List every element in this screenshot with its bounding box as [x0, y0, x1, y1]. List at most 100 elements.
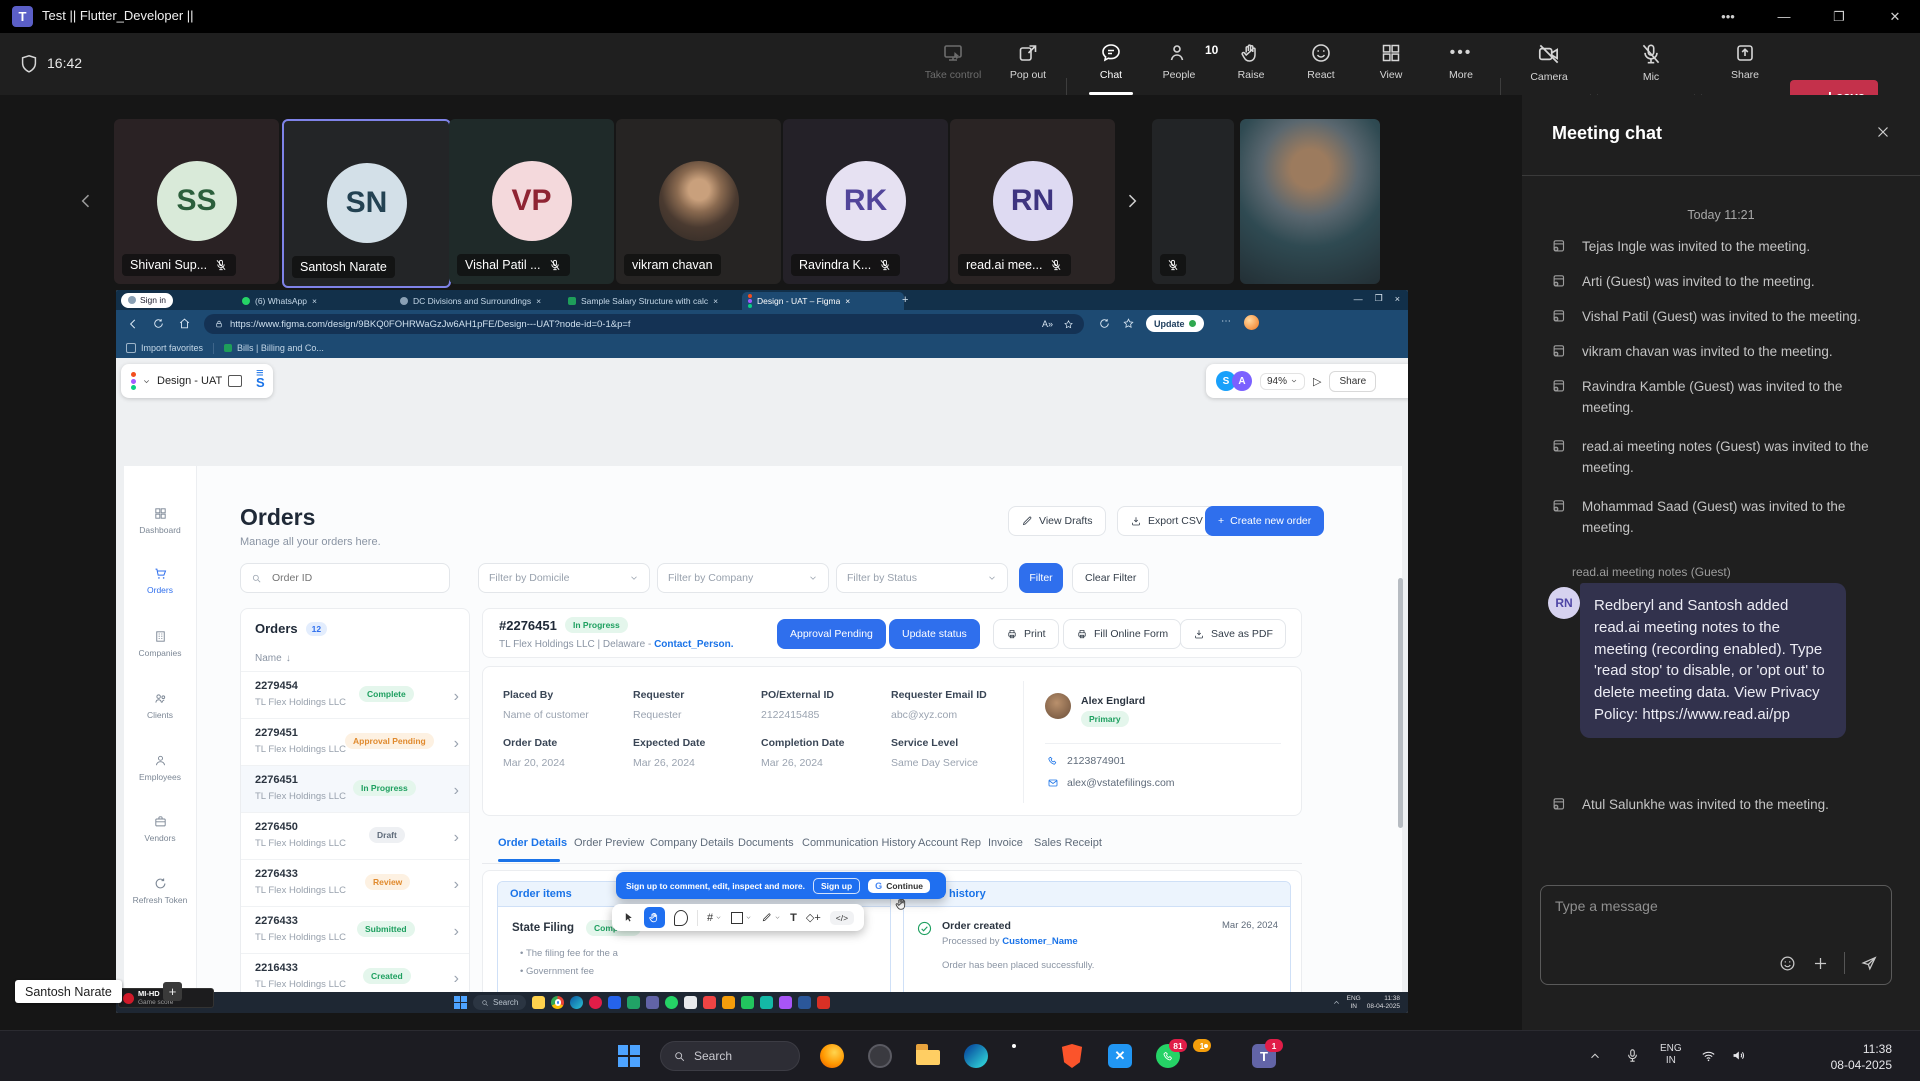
teams-icon[interactable]: T1 — [1252, 1044, 1276, 1068]
order-row-selected[interactable]: 2276451TL Flex Holdings LLCIn Progress› — [241, 765, 469, 813]
taskbar-search[interactable]: Search — [660, 1041, 800, 1071]
tray-hidden-icons-chevron[interactable] — [1588, 1049, 1602, 1063]
minimize-button[interactable]: — — [1761, 0, 1807, 33]
clear-filter-button[interactable]: Clear Filter — [1072, 563, 1149, 593]
order-row[interactable]: 2276450TL Flex Holdings LLCDraft› — [241, 812, 469, 860]
shared-app-icon[interactable] — [741, 996, 754, 1009]
react-button[interactable]: React — [1288, 41, 1354, 91]
new-tab-button[interactable]: + — [902, 294, 908, 306]
tab-close-icon[interactable]: × — [845, 296, 850, 306]
sort-desc-icon[interactable]: ↓ — [286, 653, 291, 664]
app-icon-dark[interactable] — [868, 1044, 892, 1068]
sidebar-item-clients[interactable]: Clients — [124, 691, 196, 720]
chat-button[interactable]: Chat — [1078, 41, 1144, 91]
shared-language-indicator[interactable]: ENGIN — [1347, 995, 1361, 1010]
tab-account-rep[interactable]: Account Rep — [918, 837, 981, 849]
browser-tab[interactable]: DC Divisions and Surroundings× — [394, 292, 566, 310]
chat-compose-box[interactable] — [1540, 885, 1892, 985]
layout-panel-icon[interactable] — [228, 375, 242, 387]
order-row[interactable]: 2279451TL Flex Holdings LLCApproval Pend… — [241, 718, 469, 766]
volume-icon[interactable] — [1730, 1047, 1747, 1064]
shared-app-icon[interactable] — [703, 996, 716, 1009]
contact-person-link[interactable]: Contact_Person. — [654, 639, 733, 650]
sidebar-item-companies[interactable]: Companies — [124, 629, 196, 658]
participant-tile[interactable]: vikram chavan — [616, 119, 781, 284]
shared-app-icon[interactable] — [779, 996, 792, 1009]
tab-documents[interactable]: Documents — [738, 837, 794, 849]
home-icon[interactable] — [178, 317, 191, 330]
camera-button[interactable]: Camera — [1516, 41, 1582, 91]
zoom-level[interactable]: 94% — [1267, 376, 1287, 387]
browser-restore-icon[interactable]: ❐ — [1375, 293, 1383, 304]
tab-close-icon[interactable]: × — [536, 296, 541, 306]
order-id-input[interactable] — [270, 571, 434, 585]
order-id-search[interactable] — [240, 563, 450, 593]
figma-share-button[interactable]: Share — [1329, 371, 1376, 392]
collaborator-avatar[interactable]: A — [1232, 371, 1252, 391]
comment-tool-icon[interactable] — [674, 910, 688, 926]
browser-close-icon[interactable]: × — [1395, 294, 1400, 304]
brave-icon[interactable] — [1060, 1044, 1084, 1068]
shared-clock[interactable]: 11:3808-04-2025 — [1367, 995, 1400, 1010]
frame-tool-icon[interactable]: # — [707, 912, 722, 924]
view-drafts-button[interactable]: View Drafts — [1008, 506, 1106, 536]
signup-button[interactable]: Sign up — [813, 878, 860, 894]
print-button[interactable]: Print — [993, 619, 1059, 649]
shared-app-icon[interactable] — [646, 996, 659, 1009]
filter-apply-button[interactable]: Filter — [1019, 563, 1063, 593]
whatsapp-icon[interactable]: 81 — [1156, 1044, 1180, 1068]
firefox-icon[interactable] — [820, 1044, 844, 1068]
browser-update-button[interactable]: Update — [1146, 315, 1204, 332]
contact-phone[interactable]: 2123874901 — [1067, 755, 1125, 767]
shape-tool-icon[interactable] — [731, 912, 752, 924]
participant-tile[interactable]: SS Shivani Sup... — [114, 119, 279, 284]
filter-company-dropdown[interactable]: Filter by Company — [657, 563, 829, 593]
google-continue-button[interactable]: G Continue — [868, 879, 930, 893]
contact-email[interactable]: alex@vstatefilings.com — [1067, 777, 1175, 789]
reload-icon[interactable] — [152, 317, 165, 330]
shared-app-icon[interactable] — [760, 996, 773, 1009]
x-app-icon[interactable]: ✕ — [1108, 1044, 1132, 1068]
sidebar-item-employees[interactable]: Employees — [124, 753, 196, 782]
filter-domicile-dropdown[interactable]: Filter by Domicile — [478, 563, 650, 593]
start-button[interactable] — [618, 1045, 640, 1067]
shared-tray-chevron-icon[interactable] — [1332, 998, 1341, 1007]
tab-order-preview[interactable]: Order Preview — [574, 837, 644, 849]
shared-app-icon[interactable] — [570, 996, 583, 1009]
participant-tile[interactable]: RK Ravindra K... — [783, 119, 948, 284]
sidebar-item-orders[interactable]: Orders — [124, 566, 196, 595]
move-tool-icon[interactable] — [622, 911, 635, 924]
sidebar-item-refresh-token[interactable]: Refresh Token — [124, 876, 196, 905]
chat-message-input[interactable] — [1541, 886, 1891, 938]
maximize-button[interactable]: ❐ — [1816, 0, 1862, 33]
address-bar[interactable]: https://www.figma.com/design/9BKQ0FOHRWa… — [204, 314, 1084, 334]
filmstrip-prev-icon[interactable] — [76, 191, 96, 211]
shared-app-icon[interactable] — [798, 996, 811, 1009]
wifi-icon[interactable] — [1700, 1047, 1717, 1064]
more-button[interactable]: ••• More — [1428, 41, 1494, 91]
shared-search-box[interactable]: Search — [473, 995, 526, 1010]
mic-button[interactable]: Mic — [1618, 41, 1684, 91]
order-row[interactable]: 2279454TL Flex Holdings LLCComplete› — [241, 671, 469, 719]
pen-tool-icon[interactable] — [761, 912, 781, 923]
fill-online-form-button[interactable]: Fill Online Form — [1063, 619, 1181, 649]
update-status-button[interactable]: Update status — [889, 619, 980, 649]
shared-app-icon[interactable] — [817, 996, 830, 1009]
tab-close-icon[interactable]: × — [713, 296, 718, 306]
filter-status-dropdown[interactable]: Filter by Status — [836, 563, 1008, 593]
people-button[interactable]: 10 People — [1146, 41, 1212, 91]
shared-app-icon[interactable] — [665, 996, 678, 1009]
save-as-pdf-button[interactable]: Save as PDF — [1180, 619, 1286, 649]
chat-close-icon[interactable] — [1874, 123, 1892, 141]
raise-hand-button[interactable]: Raise — [1218, 41, 1284, 91]
export-csv-button[interactable]: Export CSV — [1117, 506, 1216, 536]
shared-app-icon[interactable] — [589, 996, 602, 1009]
pop-out-button[interactable]: Pop out — [995, 41, 1061, 91]
close-button[interactable]: ✕ — [1872, 0, 1918, 33]
resources-tool-icon[interactable]: ◇+ — [806, 911, 821, 924]
browser-menu-icon[interactable]: ⋯ — [1221, 316, 1232, 327]
participant-tile-active-speaker[interactable]: SN Santosh Narate — [282, 119, 451, 288]
shared-app-icon[interactable] — [684, 996, 697, 1009]
browser-tab[interactable]: Sample Salary Structure with calc× — [562, 292, 746, 310]
edge-icon[interactable] — [964, 1044, 988, 1068]
